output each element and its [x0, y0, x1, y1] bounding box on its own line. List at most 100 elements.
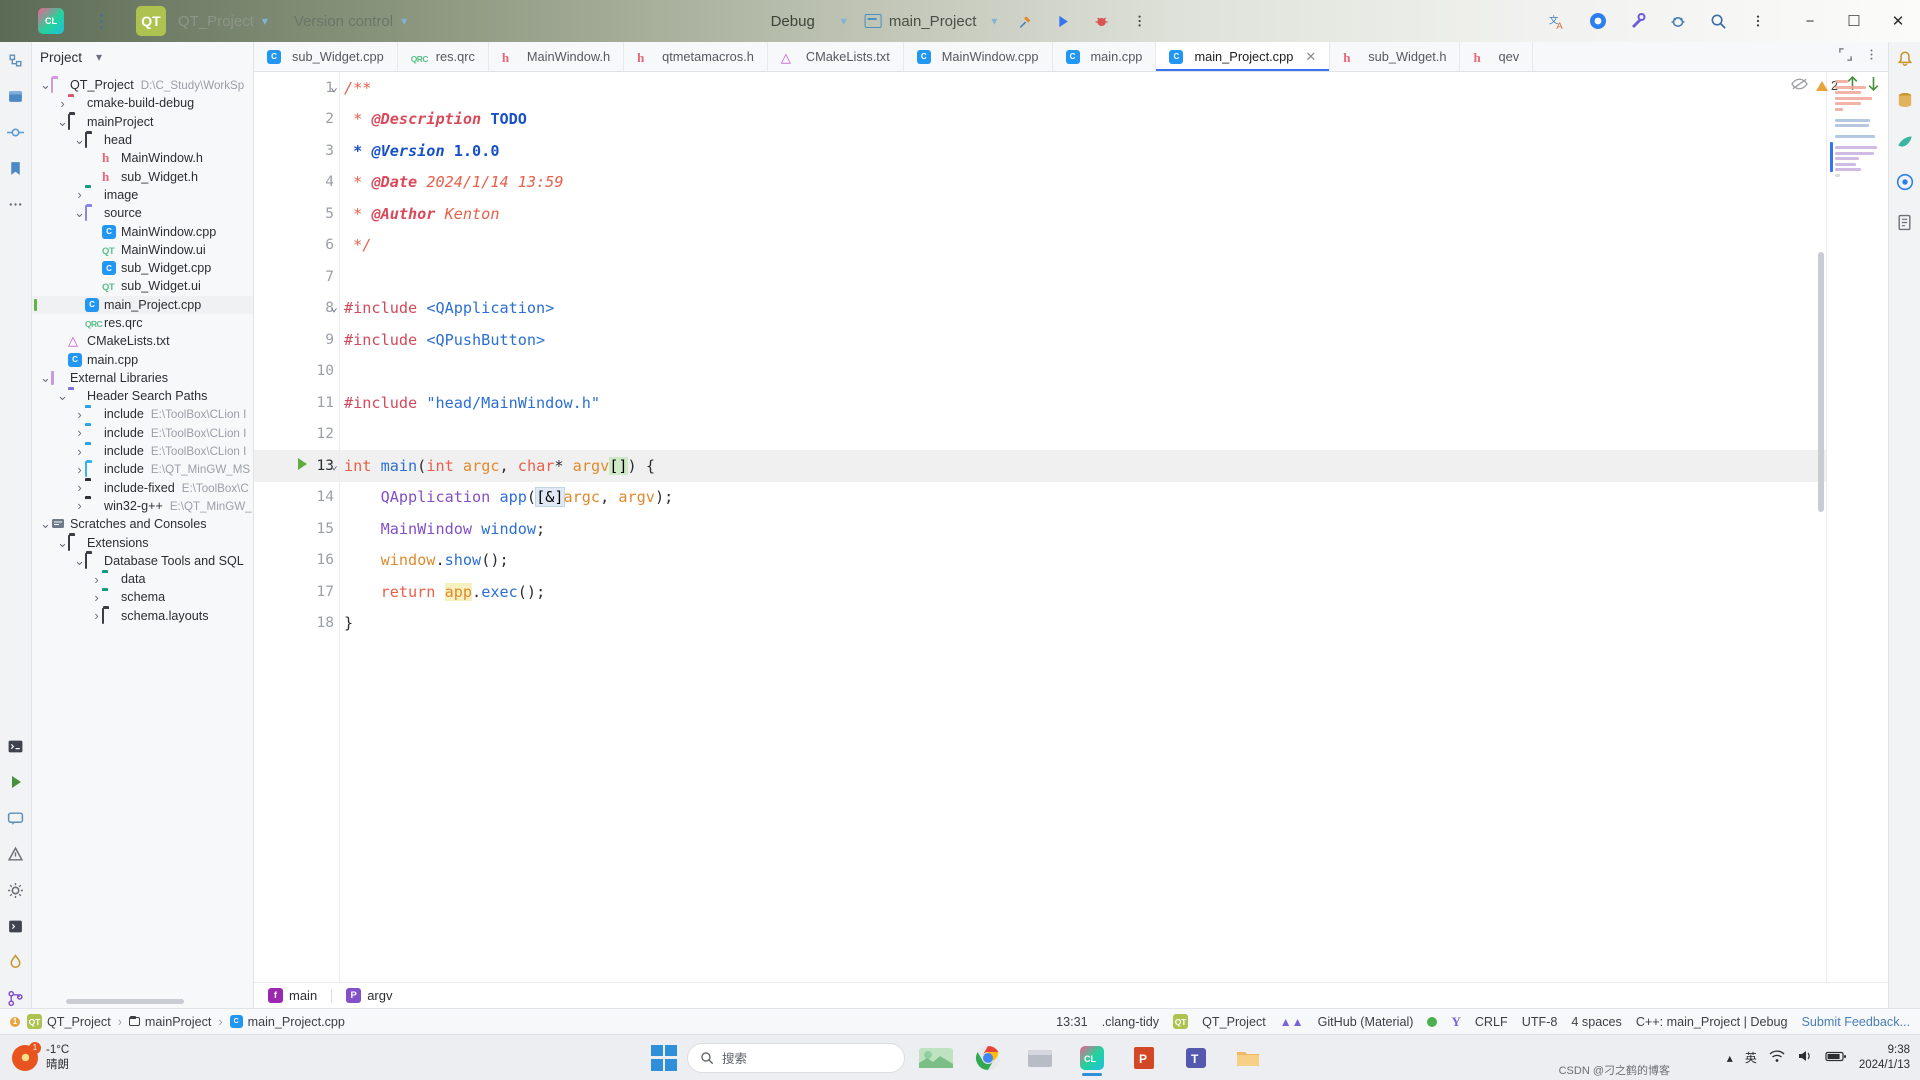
code-line[interactable]: #include "head/MainWindow.h" [340, 387, 1826, 419]
chevron-down-icon[interactable]: ⌄ [74, 554, 85, 567]
editor-tab[interactable]: C MainWindow.cpp [904, 42, 1053, 71]
editor-tab[interactable]: Cmain.cpp [1053, 42, 1157, 71]
tree-row[interactable]: › data [32, 570, 253, 588]
editor-tab[interactable]: h MainWindow.h [489, 42, 625, 71]
inspection-profile-label[interactable]: .clang-tidy [1102, 1015, 1159, 1029]
project-icon[interactable] [6, 86, 26, 106]
project-tree[interactable]: ⌄ QT_Project D:\C_Study\WorkSp › cmake-build… [32, 72, 253, 992]
tree-row[interactable]: › include E:\ToolBox\CLion I [32, 442, 253, 460]
gradle-icon[interactable] [1896, 132, 1914, 155]
line-number[interactable]: 3 [254, 135, 340, 167]
line-number[interactable]: 8 ⌄ [254, 293, 340, 325]
search-box[interactable]: 搜索 [687, 1042, 905, 1073]
editor-tab[interactable]: Csub_Widget.cpp [254, 42, 398, 71]
tree-row[interactable]: ⌄ QT_Project D:\C_Study\WorkSp [32, 76, 253, 94]
line-number[interactable]: 13 ⌄ [254, 450, 340, 482]
battery-icon[interactable] [1825, 1050, 1847, 1066]
chevron-right-icon[interactable]: › [74, 407, 85, 422]
code-line[interactable]: #include <QApplication> [340, 293, 1826, 325]
ime-icon[interactable]: 英 [1745, 1049, 1757, 1066]
run-configuration-selector[interactable]: main_Project ▾ [864, 13, 997, 30]
chrome-icon[interactable] [967, 1039, 1009, 1077]
chevron-down-icon[interactable]: ⌄ [74, 206, 85, 219]
tree-row[interactable]: QRC res.qrc [32, 314, 253, 332]
indent-label[interactable]: 4 spaces [1571, 1015, 1621, 1029]
caret-position[interactable]: 13:31 [1056, 1015, 1088, 1029]
line-number[interactable]: 14 [254, 482, 340, 514]
chevron-down-icon[interactable]: ⌄ [40, 78, 51, 91]
line-number[interactable]: 11 [254, 387, 340, 419]
fold-chevron-down-icon[interactable]: ⌄ [330, 459, 338, 472]
editor-vertical-scrollbar[interactable] [1818, 252, 1824, 512]
editor-tab[interactable]: h qtmetamacros.h [624, 42, 768, 71]
code-line[interactable]: * @Date 2024/1/14 13:59 [340, 167, 1826, 199]
project-panel-chevron-down-icon[interactable]: ▾ [96, 50, 102, 64]
translate-icon[interactable]: 文A [1548, 11, 1568, 31]
debug-bug-icon[interactable] [1091, 11, 1111, 31]
code-line[interactable]: } [340, 608, 1826, 640]
breadcrumb[interactable]: f main Pargv [254, 982, 1888, 1008]
status-crumb-project[interactable]: QT QT_Project [27, 1014, 111, 1029]
search-icon[interactable] [1708, 11, 1728, 31]
more-vertical-icon[interactable] [1129, 11, 1149, 31]
windows-start-icon[interactable] [651, 1044, 677, 1071]
notifications-icon[interactable] [1896, 50, 1914, 73]
tree-row[interactable]: Csub_Widget.cpp [32, 259, 253, 277]
expand-editor-icon[interactable] [1838, 47, 1853, 67]
window-maximize-button[interactable]: ☐ [1832, 0, 1876, 42]
tree-row[interactable]: ⌄ Header Search Paths [32, 387, 253, 405]
terminal-icon[interactable] [6, 736, 26, 756]
tree-row[interactable]: ⌄ Extensions [32, 533, 253, 551]
line-separator-label[interactable]: CRLF [1475, 1015, 1508, 1029]
chevron-down-icon[interactable]: ⌄ [57, 115, 68, 128]
chevron-right-icon[interactable]: › [74, 480, 85, 495]
document-icon[interactable] [1896, 214, 1913, 236]
code-line[interactable]: int main(int argc, char * argv[]) { [340, 450, 1826, 482]
code-line[interactable]: window. show (); [340, 545, 1826, 577]
network-icon[interactable] [1769, 1049, 1785, 1066]
editor-gutter[interactable]: 1 ⌄ 2 3 4 5 6 7 8 ⌄ 9 10 11 12 13 ⌄ 14 15 16 17 18 [254, 72, 340, 982]
status-crumb-file[interactable]: C main_Project.cpp [229, 1015, 345, 1029]
code-line[interactable]: MainWindow window; [340, 513, 1826, 545]
version-control-label[interactable]: Version control [294, 13, 393, 30]
tree-row[interactable]: › include E:\ToolBox\CLion I [32, 424, 253, 442]
settings-icon[interactable] [6, 880, 26, 900]
toolchain-label[interactable]: C++: main_Project | Debug [1636, 1015, 1788, 1029]
tree-row[interactable]: ⌄ source [32, 204, 253, 222]
powerpoint-icon[interactable]: P [1123, 1039, 1165, 1077]
project-chevron-down-icon[interactable]: ▾ [262, 14, 268, 28]
fold-chevron-down-icon[interactable]: ⌄ [330, 301, 338, 314]
tree-row[interactable]: › include E:\QT_MinGW_MS [32, 460, 253, 478]
editor-tab[interactable]: h sub_Widget.h [1330, 42, 1461, 71]
debug-label[interactable]: Debug [771, 13, 815, 30]
code-line[interactable] [340, 261, 1826, 293]
tree-row[interactable]: QT MainWindow.ui [32, 241, 253, 259]
chevron-down-icon[interactable]: ⌄ [57, 389, 68, 402]
minimap-viewport-marker[interactable] [1830, 142, 1833, 172]
structure-icon[interactable] [6, 50, 26, 70]
run-panel-icon[interactable] [6, 772, 26, 792]
chevron-down-icon[interactable]: ⌄ [40, 517, 51, 530]
code-line[interactable]: * @Version 1.0.0 [340, 135, 1826, 167]
fold-chevron-down-icon[interactable]: ⌄ [330, 81, 338, 94]
breadcrumb-item[interactable]: f main [268, 988, 317, 1003]
tree-row[interactable]: Cmain_Project.cpp [32, 295, 253, 314]
bookmarks-icon[interactable] [6, 158, 26, 178]
vcs-chevron-down-icon[interactable]: ▾ [401, 14, 407, 28]
clion-icon[interactable]: CL [1071, 1039, 1113, 1077]
tree-row[interactable]: › schema [32, 588, 253, 606]
submit-feedback-link[interactable]: Submit Feedback... [1802, 1015, 1911, 1029]
tree-row[interactable]: ⌄ Scratches and Consoles [32, 515, 253, 533]
services-icon[interactable] [6, 916, 26, 936]
tree-row[interactable]: › cmake-build-debug [32, 94, 253, 112]
run-icon[interactable] [1053, 11, 1073, 31]
window-close-button[interactable]: ✕ [1876, 0, 1920, 42]
line-number[interactable]: 12 [254, 419, 340, 451]
more-vertical-icon[interactable] [1748, 11, 1768, 31]
qt-project-status-label[interactable]: QT_Project [1202, 1015, 1266, 1029]
chevron-up-icon[interactable]: ▴ [1727, 1051, 1733, 1065]
tree-row[interactable]: △ CMakeLists.txt [32, 332, 253, 350]
ai-assistant-icon[interactable] [1588, 11, 1608, 31]
line-number[interactable]: 9 [254, 324, 340, 356]
editor-tab[interactable]: △ CMakeLists.txt [768, 42, 904, 71]
